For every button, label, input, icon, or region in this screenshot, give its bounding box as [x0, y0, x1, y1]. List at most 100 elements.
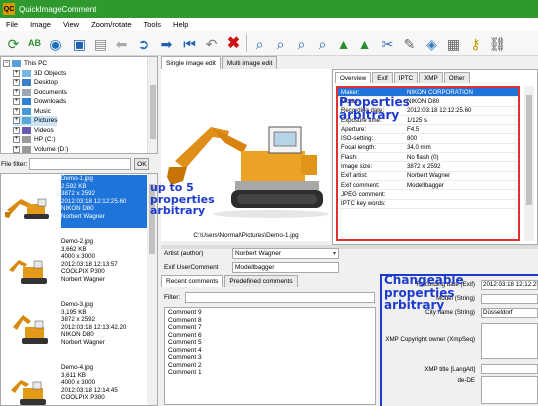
- property-input[interactable]: [481, 323, 538, 359]
- file-filter-input[interactable]: [29, 158, 132, 170]
- comment-filter-input[interactable]: [185, 292, 376, 303]
- property-input[interactable]: [481, 376, 538, 404]
- expand-icon[interactable]: +: [13, 79, 20, 86]
- expand-icon[interactable]: +: [13, 145, 20, 153]
- expand-icon[interactable]: +: [13, 136, 20, 143]
- metadata-row[interactable]: Exif artist: Norbert Wagner: [338, 172, 518, 181]
- scroll-thumb[interactable]: [526, 95, 532, 205]
- metadata-row[interactable]: Image size: 3872 x 2592: [338, 162, 518, 172]
- save-icon[interactable]: ▣: [70, 34, 89, 53]
- tab-recent-comments[interactable]: Recent comments: [161, 275, 224, 287]
- property-input[interactable]: 2012:03:18 12:12:25.60: [481, 280, 538, 290]
- document-icon[interactable]: ▤: [91, 34, 110, 53]
- list-item[interactable]: Comment 5: [168, 339, 372, 347]
- menu-tools[interactable]: Tools: [138, 20, 168, 29]
- rotate-left-icon[interactable]: ▲: [334, 34, 353, 53]
- tree-scrollbar[interactable]: [147, 57, 157, 153]
- tab-iptc[interactable]: IPTC: [393, 72, 419, 83]
- tab-single-image-edit[interactable]: Single image edit: [161, 56, 221, 69]
- expand-icon[interactable]: +: [13, 88, 20, 96]
- tab-xmp[interactable]: XMP: [419, 72, 443, 83]
- zoom-out-icon[interactable]: ⌕: [292, 34, 311, 53]
- zoom-fit-icon[interactable]: ⌕: [250, 34, 269, 53]
- globe-icon[interactable]: ◉: [46, 34, 65, 53]
- tree-item-desktop[interactable]: + Desktop: [13, 78, 58, 88]
- zoom-in-icon[interactable]: ⌕: [271, 34, 290, 53]
- metadata-row[interactable]: ISO-setting: 800: [338, 134, 518, 144]
- tools-icon[interactable]: ✂: [378, 34, 397, 53]
- expand-icon[interactable]: +: [13, 126, 20, 134]
- expand-icon[interactable]: +: [13, 107, 20, 115]
- list-item[interactable]: Comment 2: [168, 362, 372, 370]
- expand-icon[interactable]: +: [13, 69, 20, 77]
- tab-predefined-comments[interactable]: Predefined comments: [224, 275, 298, 287]
- expand-icon[interactable]: +: [13, 98, 20, 105]
- property-input[interactable]: [481, 294, 538, 304]
- metadata-row[interactable]: Exif comment: Modellbagger: [338, 181, 518, 191]
- menu-file[interactable]: File: [0, 20, 24, 29]
- folder-tree[interactable]: − This PC + 3D Objects + Desktop + Docum…: [0, 56, 158, 154]
- thumbnail-item[interactable]: Demo-4.jpg 3,611 KB 4000 x 3000 2012:03:…: [1, 363, 149, 405]
- tag-icon[interactable]: ◈: [422, 34, 441, 53]
- menu-view[interactable]: View: [57, 20, 85, 29]
- list-item[interactable]: Comment 7: [168, 324, 372, 332]
- abc-sort-icon[interactable]: AB: [25, 34, 44, 53]
- key-icon[interactable]: ⚷: [466, 34, 485, 53]
- tab-other[interactable]: Other: [443, 72, 470, 83]
- tree-item-volume-d[interactable]: + Volume (D:): [13, 144, 68, 153]
- tab-multi-image-edit[interactable]: Multi image edit: [221, 56, 278, 69]
- refresh-icon[interactable]: ⟳: [4, 34, 23, 53]
- thumbnail-item[interactable]: Demo-2.jpg 3,662 KB 4000 x 3000 2012:03:…: [1, 237, 149, 299]
- chevron-down-icon[interactable]: ▾: [333, 250, 336, 257]
- file-filter-ok-button[interactable]: OK: [134, 158, 150, 170]
- arrow-right-circle-icon[interactable]: ➲: [134, 34, 153, 53]
- property-input[interactable]: [481, 364, 538, 374]
- first-icon[interactable]: ⏮: [180, 34, 199, 53]
- tab-overview[interactable]: Overview: [335, 72, 372, 83]
- undo-icon[interactable]: ↶: [202, 34, 221, 53]
- link-icon[interactable]: ⛓: [488, 34, 507, 53]
- scroll-thumb[interactable]: [150, 85, 156, 139]
- metadata-row[interactable]: IPTC key words:: [338, 200, 518, 209]
- expand-icon[interactable]: +: [13, 117, 20, 124]
- tree-item-this-pc[interactable]: − This PC: [3, 58, 47, 68]
- tree-item-downloads[interactable]: + Downloads: [13, 97, 66, 107]
- menu-zoom-rotate[interactable]: Zoom/rotate: [85, 20, 137, 29]
- comment-list[interactable]: Comment 9 Comment 8 Comment 7 Comment 6 …: [164, 307, 376, 405]
- tree-item-videos[interactable]: + Videos: [13, 125, 54, 135]
- thumbnail-item[interactable]: Demo-1.jpg 2,592 KB 3872 x 2592 2012:03:…: [1, 174, 149, 236]
- metadata-row[interactable]: JPEG comment:: [338, 190, 518, 200]
- menu-help[interactable]: Help: [167, 20, 194, 29]
- list-item[interactable]: Comment 4: [168, 347, 372, 355]
- metadata-scrollbar[interactable]: [524, 86, 534, 241]
- usercomment-input[interactable]: Modellbagger: [232, 261, 339, 273]
- notes-icon[interactable]: ▦: [444, 34, 463, 53]
- property-input[interactable]: Düsseldorf: [481, 308, 538, 318]
- arrow-right-icon[interactable]: ➡: [157, 34, 176, 53]
- tree-item-music[interactable]: + Music: [13, 106, 51, 116]
- tab-exif[interactable]: Exif: [372, 72, 393, 83]
- metadata-row[interactable]: Focal length: 34.0 mm: [338, 144, 518, 154]
- metadata-row[interactable]: Flash: No flash (0): [338, 153, 518, 163]
- artist-dropdown[interactable]: Norbert Wagner ▾: [232, 247, 339, 259]
- list-item[interactable]: Comment 6: [168, 332, 372, 340]
- thumbnail-item[interactable]: Demo-3.jpg 3,195 KB 3872 x 2592 2012:03:…: [1, 300, 149, 362]
- delete-icon[interactable]: ✖: [224, 34, 243, 53]
- list-item[interactable]: Comment 9: [168, 309, 372, 317]
- menu-image[interactable]: Image: [24, 20, 57, 29]
- tree-item-documents[interactable]: + Documents: [13, 87, 67, 97]
- tree-item-hp-c[interactable]: + HP (C:): [13, 135, 56, 145]
- collapse-icon[interactable]: −: [3, 59, 10, 67]
- thumbnail-list[interactable]: Demo-1.jpg 2,592 KB 3872 x 2592 2012:03:…: [0, 173, 158, 406]
- list-item[interactable]: Comment 8: [168, 317, 372, 325]
- rotate-right-icon[interactable]: ▲: [355, 34, 374, 53]
- tree-item-3d-objects[interactable]: + 3D Objects: [13, 68, 66, 78]
- tree-item-pictures[interactable]: + Pictures: [13, 115, 58, 126]
- wrench-icon[interactable]: ✎: [400, 34, 419, 53]
- arrow-left-icon[interactable]: ⬅: [112, 34, 131, 53]
- zoom-original-icon[interactable]: ⌕: [313, 34, 332, 53]
- list-item[interactable]: Comment 3: [168, 354, 372, 362]
- thumb-artist: Norbert Wagner: [61, 212, 105, 220]
- metadata-row[interactable]: Aperture: F4.5: [338, 125, 518, 135]
- list-item[interactable]: Comment 1: [168, 369, 372, 377]
